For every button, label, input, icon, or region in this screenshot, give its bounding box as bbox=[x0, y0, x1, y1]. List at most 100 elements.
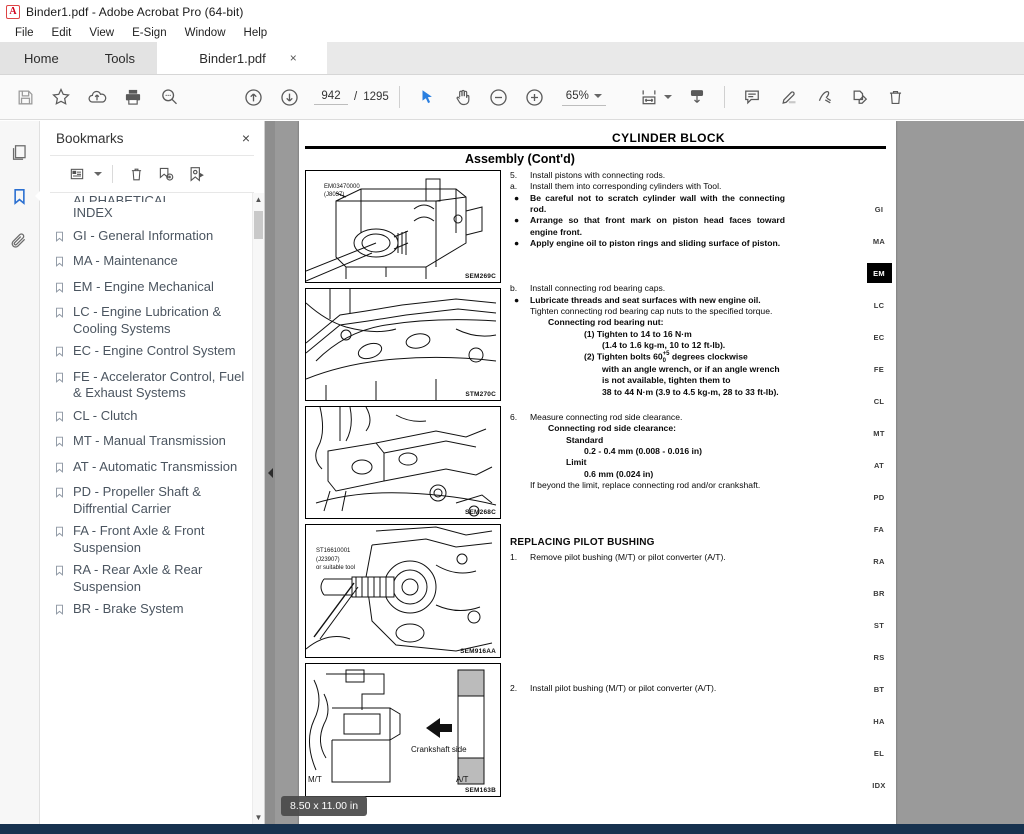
page-fit-icon[interactable] bbox=[632, 80, 666, 114]
bookmark-item[interactable]: ALPHABETICAL bbox=[46, 193, 252, 202]
bookmark-icon bbox=[54, 525, 66, 543]
index-tab-lc[interactable]: LC bbox=[867, 295, 892, 315]
bookmark-item[interactable]: RA - Rear Axle & Rear Suspension bbox=[46, 559, 252, 598]
index-tab-ma[interactable]: MA bbox=[867, 231, 892, 251]
index-tab-st[interactable]: ST bbox=[867, 615, 892, 635]
bookmark-item-label: RA - Rear Axle & Rear Suspension bbox=[73, 562, 203, 594]
zoom-level-selector[interactable]: 65% bbox=[561, 88, 606, 106]
menu-item-view[interactable]: View bbox=[80, 25, 123, 41]
index-tab-mt[interactable]: MT bbox=[867, 423, 892, 443]
upload-to-cloud-icon[interactable] bbox=[80, 80, 114, 114]
menu-item-window[interactable]: Window bbox=[176, 25, 235, 41]
index-tab-ec[interactable]: EC bbox=[867, 327, 892, 347]
index-tab-gi[interactable]: GI bbox=[867, 199, 892, 219]
menu-item-help[interactable]: Help bbox=[235, 25, 277, 41]
bookmark-item[interactable]: LC - Engine Lubrication & Cooling System… bbox=[46, 301, 252, 340]
index-tab-cl[interactable]: CL bbox=[867, 391, 892, 411]
close-tab-icon[interactable]: × bbox=[290, 51, 297, 65]
figure-2-code: STM270C bbox=[465, 391, 496, 398]
index-tab-idx[interactable]: IDX bbox=[867, 775, 892, 795]
text-spacer-1 bbox=[510, 249, 882, 283]
bookmark-item[interactable]: EC - Engine Control System bbox=[46, 340, 252, 366]
menu-item-edit[interactable]: Edit bbox=[43, 25, 81, 41]
bookmark-item[interactable]: PD - Propeller Shaft & Diffrential Carri… bbox=[46, 481, 252, 520]
scroll-down-icon[interactable]: ▼ bbox=[253, 811, 264, 824]
index-tab-at[interactable]: AT bbox=[867, 455, 892, 475]
index-tab-br[interactable]: BR bbox=[867, 583, 892, 603]
bookmark-item[interactable]: GI - General Information bbox=[46, 225, 252, 251]
chevron-down-icon[interactable] bbox=[593, 94, 602, 98]
bookmarks-icon[interactable] bbox=[5, 181, 44, 211]
index-tab-bt[interactable]: BT bbox=[867, 679, 892, 699]
document-viewport[interactable]: CYLINDER BLOCK Assembly (Cont'd) EM03470… bbox=[275, 121, 1024, 824]
tab-tools[interactable]: Tools bbox=[82, 42, 158, 74]
edit-pdf-icon[interactable] bbox=[843, 80, 877, 114]
stamp-icon[interactable] bbox=[680, 80, 714, 114]
bookmark-options-icon[interactable] bbox=[64, 162, 90, 186]
spec-1b: (1.4 to 1.6 kg-m, 10 to 12 ft-lb). bbox=[602, 340, 726, 351]
new-bookmark-icon[interactable] bbox=[153, 162, 179, 186]
bookmark-options-chevron-icon[interactable] bbox=[94, 172, 102, 176]
index-tab-ha[interactable]: HA bbox=[867, 711, 892, 731]
index-tab-el[interactable]: EL bbox=[867, 743, 892, 763]
previous-page-icon[interactable] bbox=[236, 80, 270, 114]
menu-item-esign[interactable]: E-Sign bbox=[123, 25, 176, 41]
cursor-select-icon[interactable] bbox=[410, 80, 444, 114]
bullet-1-text: Be careful not to scratch cylinder wall … bbox=[530, 192, 785, 215]
close-bookmarks-panel-icon[interactable]: × bbox=[242, 131, 250, 145]
add-to-favorites-icon[interactable] bbox=[44, 80, 78, 114]
search-icon[interactable] bbox=[152, 80, 186, 114]
bookmark-item[interactable]: AT - Automatic Transmission bbox=[46, 456, 252, 482]
step-6-footnote: If beyond the limit, replace connecting … bbox=[530, 480, 761, 491]
delete-bookmark-icon[interactable] bbox=[123, 162, 149, 186]
print-icon[interactable] bbox=[116, 80, 150, 114]
bookmarks-scrollbar[interactable]: ▲ ▼ bbox=[252, 193, 264, 824]
figure-5: Crankshaft side M/T A/T SEM163B bbox=[305, 663, 501, 797]
page-thumbnails-icon[interactable] bbox=[5, 137, 35, 167]
bookmark-item[interactable]: BR - Brake System bbox=[46, 598, 252, 624]
scrollbar-thumb[interactable] bbox=[254, 211, 263, 239]
pilot-step-1: 1. Remove pilot bushing (M/T) or pilot c… bbox=[510, 552, 882, 563]
figure-2: STM270C bbox=[305, 288, 501, 401]
bookmark-item[interactable]: FA - Front Axle & Front Suspension bbox=[46, 520, 252, 559]
next-page-icon[interactable] bbox=[272, 80, 306, 114]
save-icon[interactable] bbox=[8, 80, 42, 114]
attachments-icon[interactable] bbox=[5, 225, 35, 255]
zoom-in-icon[interactable] bbox=[518, 80, 552, 114]
bookmarks-list[interactable]: ALPHABETICAL INDEX GI - General Informatio… bbox=[40, 193, 264, 824]
highlight-icon[interactable] bbox=[771, 80, 805, 114]
bookmark-item[interactable]: INDEX bbox=[46, 202, 252, 225]
goto-bookmark-icon[interactable] bbox=[183, 162, 209, 186]
toolbar-separator-1 bbox=[398, 86, 400, 108]
bookmark-item[interactable]: EM - Engine Mechanical bbox=[46, 276, 252, 302]
trash-icon[interactable] bbox=[879, 80, 913, 114]
sign-icon[interactable] bbox=[807, 80, 841, 114]
bullet-2-marker: ● bbox=[514, 215, 520, 226]
menu-item-file[interactable]: File bbox=[6, 25, 43, 41]
index-tab-fa[interactable]: FA bbox=[867, 519, 892, 539]
bookmark-item[interactable]: MA - Maintenance bbox=[46, 250, 252, 276]
index-tab-em[interactable]: EM bbox=[866, 263, 892, 283]
bookmark-item[interactable]: FE - Accelerator Control, Fuel & Exhaust… bbox=[46, 366, 252, 405]
bookmark-icon bbox=[54, 371, 66, 389]
tab-document[interactable]: Binder1.pdf × bbox=[157, 42, 328, 74]
text-spacer-2 bbox=[510, 398, 882, 412]
collapse-panel-handle[interactable] bbox=[265, 121, 275, 824]
page-number-input[interactable] bbox=[314, 89, 348, 105]
taskbar-strip bbox=[0, 824, 1024, 834]
tab-home[interactable]: Home bbox=[0, 42, 83, 74]
bookmark-item[interactable]: CL - Clutch bbox=[46, 405, 252, 431]
bookmark-item[interactable]: MT - Manual Transmission bbox=[46, 430, 252, 456]
index-tab-fe[interactable]: FE bbox=[867, 359, 892, 379]
spec-2d: is not available, tighten them to bbox=[602, 375, 731, 386]
zoom-out-icon[interactable] bbox=[482, 80, 516, 114]
index-tab-ra[interactable]: RA bbox=[867, 551, 892, 571]
page-fit-chevron-icon[interactable] bbox=[663, 95, 672, 99]
scroll-up-icon[interactable]: ▲ bbox=[253, 193, 264, 206]
index-tab-pd[interactable]: PD bbox=[867, 487, 892, 507]
figure-3-code: SEM268C bbox=[464, 509, 496, 516]
hand-pan-icon[interactable] bbox=[446, 80, 480, 114]
bookmark-item-label: FE - Accelerator Control, Fuel & Exhaust… bbox=[73, 368, 245, 401]
index-tab-rs[interactable]: RS bbox=[867, 647, 892, 667]
comment-icon[interactable] bbox=[735, 80, 769, 114]
